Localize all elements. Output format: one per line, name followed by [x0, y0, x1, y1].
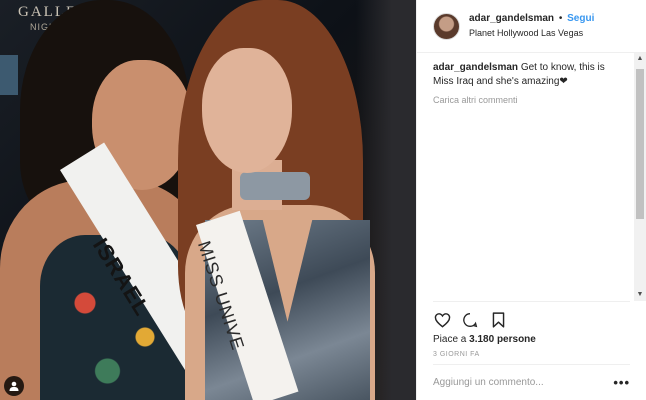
- header-separator: •: [558, 13, 563, 24]
- background-screen: [0, 55, 18, 95]
- velvet-choker: [240, 172, 310, 200]
- post-timestamp[interactable]: 3 GIORNI FA: [417, 345, 646, 358]
- post-header: adar_gandelsman • Segui Planet Hollywood…: [417, 0, 646, 53]
- header-username[interactable]: adar_gandelsman: [469, 13, 554, 24]
- comment-glyph: [463, 312, 478, 327]
- scroll-up-arrow-icon[interactable]: ▲: [634, 53, 646, 65]
- comments-scrollbar[interactable]: ▲ ▼: [634, 53, 646, 301]
- caption-username[interactable]: adar_gandelsman: [433, 62, 518, 73]
- post-sidebar: adar_gandelsman • Segui Planet Hollywood…: [416, 0, 646, 400]
- person-tag-glyph: [9, 381, 19, 391]
- comment-input[interactable]: [433, 377, 603, 388]
- person-tag-icon[interactable]: [4, 376, 24, 396]
- location-link[interactable]: Planet Hollywood Las Vegas: [469, 26, 594, 41]
- likes-suffix: persone: [494, 334, 536, 345]
- comment-bubble-icon[interactable]: [461, 311, 479, 329]
- more-options-icon[interactable]: •••: [613, 375, 630, 390]
- scrollbar-thumb[interactable]: [636, 69, 644, 219]
- add-comment-bar: •••: [433, 364, 630, 400]
- bookmark-icon[interactable]: [489, 311, 507, 329]
- right-woman-face: [202, 48, 292, 173]
- heart-icon[interactable]: [433, 311, 451, 329]
- instagram-post: GALLERY NIGHTCLUB ISRAEL MISS UNIVE: [0, 0, 646, 400]
- heart-emoji: ❤: [559, 76, 568, 87]
- action-bar: [433, 301, 630, 331]
- likes-prefix: Piace a: [433, 334, 470, 345]
- heart-glyph: [434, 312, 450, 328]
- caption: adar_gandelsman Get to know, this is Mis…: [433, 61, 628, 89]
- header-info: adar_gandelsman • Segui Planet Hollywood…: [469, 11, 594, 41]
- avatar[interactable]: [433, 12, 460, 40]
- likes-number: 3.180: [469, 334, 495, 345]
- comments-area: adar_gandelsman Get to know, this is Mis…: [417, 53, 646, 301]
- post-photo[interactable]: GALLERY NIGHTCLUB ISRAEL MISS UNIVE: [0, 0, 416, 400]
- scroll-down-arrow-icon[interactable]: ▼: [634, 289, 646, 301]
- load-more-comments[interactable]: Carica altri commenti: [433, 95, 628, 105]
- bookmark-glyph: [492, 311, 504, 328]
- follow-button[interactable]: Segui: [567, 13, 594, 24]
- likes-count[interactable]: Piace a 3.180 persone: [417, 331, 646, 345]
- header-row: adar_gandelsman • Segui: [469, 11, 594, 26]
